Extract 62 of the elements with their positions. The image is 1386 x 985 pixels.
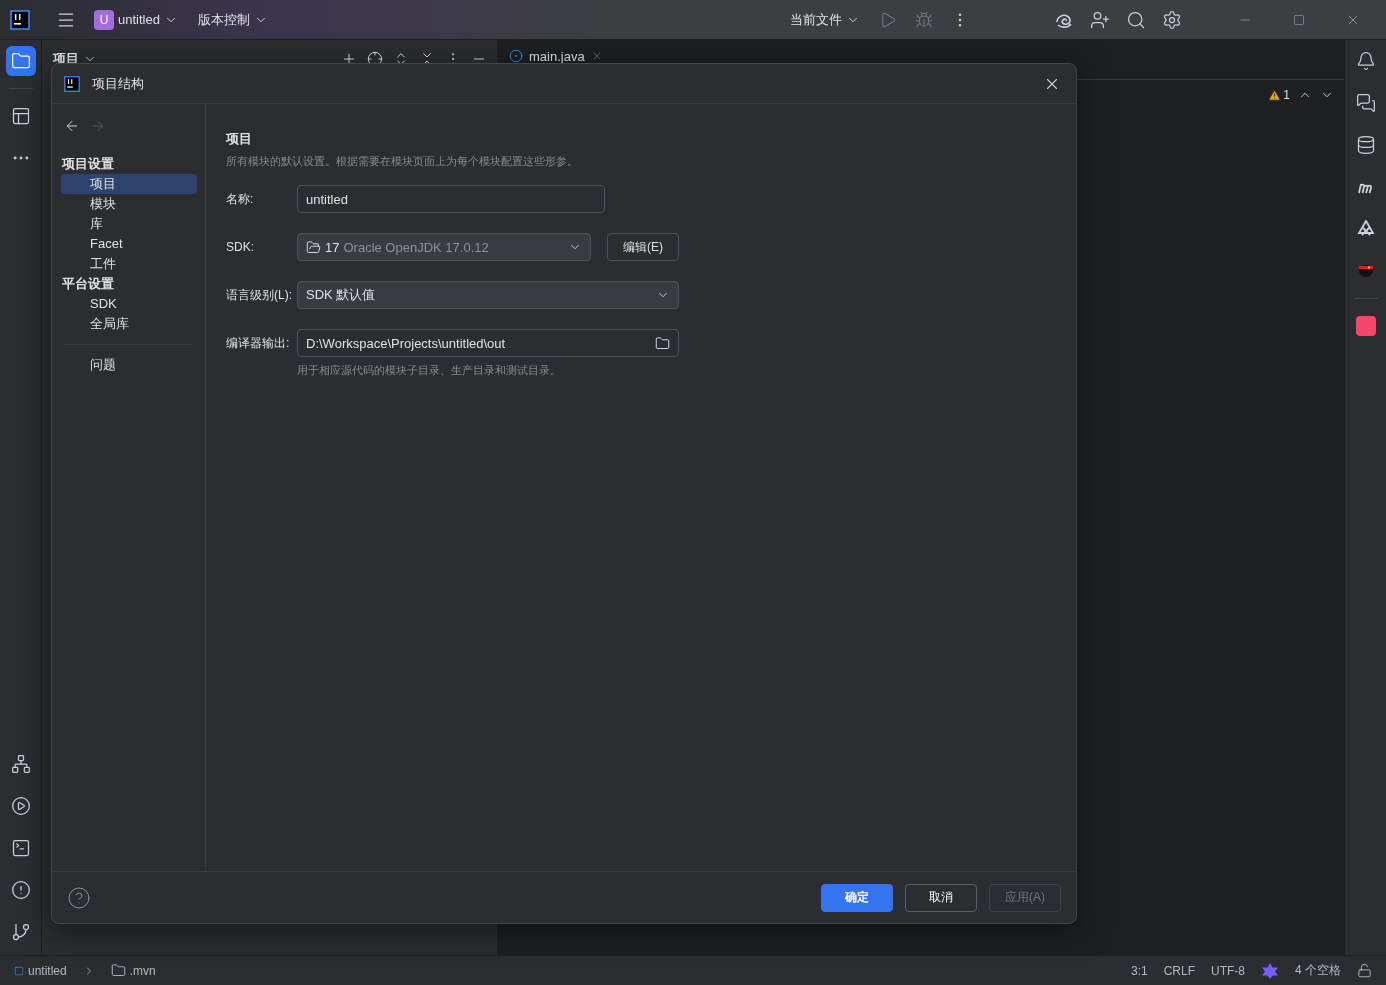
triangle-knot-icon[interactable] <box>1356 220 1375 238</box>
line-ending[interactable]: CRLF <box>1163 963 1195 978</box>
field-label: 名称: <box>226 190 255 208</box>
app-icon[interactable] <box>1355 316 1376 336</box>
ninja-icon[interactable] <box>1357 264 1374 278</box>
field-hint: 用于相应源代码的模块子目录、生产目录和测试目录。 <box>297 363 562 378</box>
bell-icon[interactable] <box>1355 51 1376 71</box>
nav-item[interactable]: 工件 <box>61 254 197 274</box>
dialog-title: 项目结构 <box>92 74 144 93</box>
run-config-dropdown[interactable]: 当前文件 <box>784 10 866 29</box>
app-logo[interactable] <box>10 9 30 30</box>
nav-item[interactable]: Facet <box>61 234 197 254</box>
nav-item[interactable]: 项目 <box>61 174 197 194</box>
project-dropdown[interactable]: U untitled <box>88 9 184 30</box>
browse-folder-icon[interactable] <box>655 335 670 351</box>
nav-item[interactable]: 全局库 <box>61 314 197 334</box>
jdk-version-dropdown[interactable]: 17 Oracle OpenJDK 17.0.12 <box>297 233 591 261</box>
name-field[interactable]: untitled <box>297 185 605 213</box>
add-user-icon[interactable] <box>1090 9 1110 30</box>
nav-item[interactable]: 问题 <box>61 353 197 377</box>
nav-section-header: 平台设置 <box>61 275 115 293</box>
field-label: SDK: <box>226 240 255 254</box>
structure-icon[interactable] <box>10 106 31 126</box>
network-icon[interactable] <box>10 754 31 774</box>
jdk-folder-icon <box>306 239 321 255</box>
class-icon[interactable] <box>509 49 523 63</box>
breadcrumb[interactable]: untitled <box>14 963 67 978</box>
database-icon[interactable] <box>1355 135 1376 155</box>
dialog-button[interactable]: 取消 <box>905 883 977 912</box>
cursor-position[interactable]: 3:1 <box>1130 963 1148 978</box>
page-title: 项目 <box>226 130 253 148</box>
nav-item[interactable]: 模块 <box>61 194 197 214</box>
chat-icon[interactable] <box>1355 93 1376 113</box>
vcs-dropdown[interactable]: 版本控制 <box>191 10 274 29</box>
dialog-button[interactable]: 确定 <box>821 883 893 912</box>
nav-item[interactable]: SDK <box>61 294 197 314</box>
encoding[interactable]: UTF-8 <box>1211 963 1245 978</box>
field-label: 语言级别(L): <box>226 286 293 304</box>
module-icon <box>14 965 24 976</box>
settings-icon[interactable] <box>1162 9 1182 30</box>
language-level-dropdown[interactable]: SDK 默认值 <box>297 281 679 309</box>
problems-icon[interactable] <box>10 880 31 900</box>
git-branch-icon[interactable] <box>10 922 31 942</box>
terminal-icon[interactable] <box>10 838 31 858</box>
edit-button[interactable]: 编辑(E) <box>607 233 679 261</box>
nav-section-header: 项目设置 <box>61 155 115 173</box>
page-description: 所有模块的默认设置。根据需要在模块页面上为每个模块配置这些形参。 <box>226 154 579 169</box>
search-icon[interactable] <box>1126 9 1146 30</box>
nav-item[interactable]: 库 <box>61 214 197 234</box>
back-icon[interactable] <box>64 118 80 134</box>
folder-icon <box>110 963 126 978</box>
maximize-icon[interactable] <box>1293 13 1305 26</box>
app-logo <box>64 75 80 92</box>
output-path-field[interactable]: D:\Workspace\Projects\untitled\out <box>297 329 679 357</box>
lock-icon[interactable] <box>1357 963 1372 978</box>
field-label: 编译器输出: <box>226 334 291 352</box>
star-icon[interactable] <box>1261 961 1279 980</box>
indent-setting[interactable]: 4 个空格 <box>1295 962 1341 979</box>
breadcrumb[interactable]: .mvn <box>110 963 156 978</box>
run-icon[interactable] <box>10 796 31 816</box>
help-icon[interactable] <box>67 885 91 910</box>
editor-tab[interactable]: main.java <box>529 48 585 64</box>
